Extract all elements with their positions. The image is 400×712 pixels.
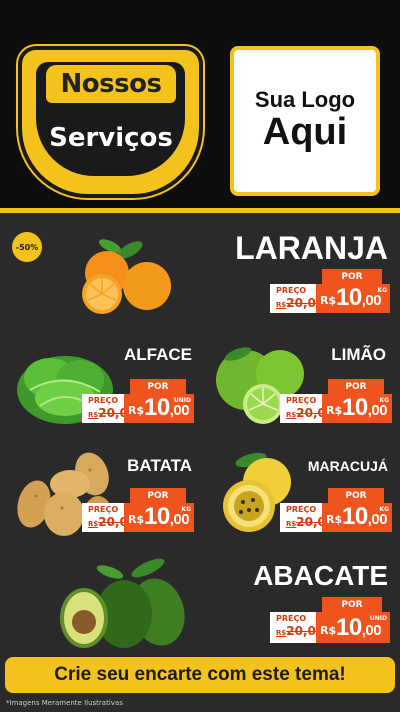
new-price: R$ 10,00 KG: [124, 503, 194, 532]
unit-label: UNID: [173, 397, 191, 404]
price-card-abacate: POR PREÇO R$20,00 R$ 10,00 UNID: [270, 597, 390, 643]
new-price: R$ 10,00 KG: [316, 284, 390, 313]
unit-label: UNID: [369, 615, 387, 622]
unit-label: KG: [379, 397, 389, 404]
new-price: R$ 10,00 KG: [322, 394, 392, 423]
preco-label: PREÇO: [286, 505, 317, 514]
product-name-batata: BATATA: [127, 456, 192, 475]
price-card-maracuja: POR PREÇO R$20,00 R$ 10,00 KG: [280, 488, 392, 532]
brand-shield: Nossos Serviços: [18, 46, 203, 198]
avocado-icon: [60, 558, 185, 648]
new-price: R$ 10,00 UNID: [124, 394, 194, 423]
por-label: POR: [328, 488, 384, 503]
price-card-laranja: POR PREÇO R$20,00 R$ 10,00 KG: [270, 269, 390, 313]
unit-label: KG: [181, 506, 191, 513]
price-card-limao: POR PREÇO R$20,00 R$ 10,00 KG: [280, 379, 392, 423]
new-price: R$ 10,00 KG: [322, 503, 392, 532]
product-name-alface: ALFACE: [124, 345, 192, 364]
product-name-limao: LIMÃO: [331, 345, 386, 364]
por-label: POR: [130, 488, 186, 503]
unit-label: KG: [377, 287, 387, 294]
product-name-maracuja: MARACUJÁ: [307, 458, 388, 474]
brand-top-text: Nossos: [46, 65, 176, 103]
por-label: POR: [328, 379, 384, 394]
product-name-laranja: LARANJA: [235, 230, 388, 266]
preco-label: PREÇO: [286, 396, 317, 405]
logo-placeholder: Sua Logo Aqui: [230, 46, 380, 196]
logo-line-2: Aqui: [262, 111, 348, 154]
preco-label: PREÇO: [276, 614, 307, 623]
price-card-batata: POR PREÇO R$20,00 R$ 10,00 KG: [82, 488, 194, 532]
logo-line-1: Sua Logo: [254, 87, 356, 112]
new-price: R$ 10,00 UNID: [316, 612, 390, 643]
por-label: POR: [322, 597, 382, 612]
por-label: POR: [322, 269, 382, 284]
footnote: *Imagens Meramente Ilustrativas: [6, 699, 123, 707]
price-card-alface: POR PREÇO R$20,00 R$ 10,00 UNID: [82, 379, 194, 423]
header: Nossos Serviços Sua Logo Aqui: [0, 0, 400, 213]
preco-label: PREÇO: [88, 396, 119, 405]
discount-badge: -50%: [12, 232, 42, 262]
preco-label: PREÇO: [88, 505, 119, 514]
orange-icon: [82, 239, 171, 314]
brand-bottom-text: Serviços: [49, 123, 173, 153]
cta-banner[interactable]: Crie seu encarte com este tema!: [5, 657, 395, 693]
product-name-abacate: ABACATE: [253, 560, 388, 591]
por-label: POR: [130, 379, 186, 394]
preco-label: PREÇO: [276, 286, 307, 295]
unit-label: KG: [379, 506, 389, 513]
